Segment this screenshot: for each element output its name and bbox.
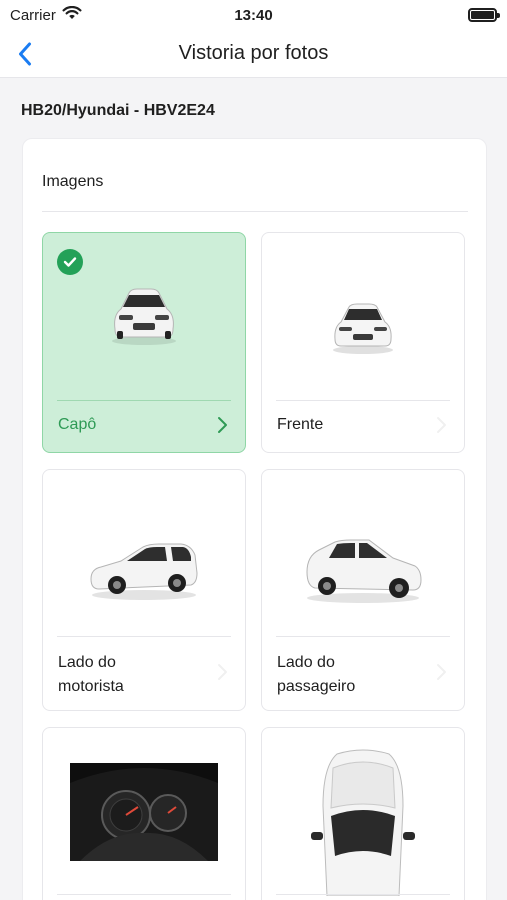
tile-label: Capô — [58, 416, 97, 433]
status-bar: Carrier 13:40 — [0, 0, 507, 30]
tile-divider — [57, 400, 231, 401]
wifi-icon — [62, 5, 82, 24]
images-card: Imagens Capô Frente Lado do motorista La… — [22, 138, 487, 900]
check-icon — [57, 249, 83, 275]
back-button[interactable] — [10, 38, 40, 70]
photo-tile-lado-motorista[interactable]: Lado do motorista — [42, 469, 246, 711]
nav-title: Vistoria por fotos — [178, 42, 329, 64]
vehicle-title: HB20/Hyundai - HBV2E24 — [21, 102, 215, 119]
tile-divider — [276, 894, 450, 895]
chevron-left-icon — [19, 42, 31, 66]
tile-divider — [57, 894, 231, 895]
photo-tile-capo[interactable]: Capô — [42, 232, 246, 453]
tile-divider — [276, 400, 450, 401]
photo-tile-lado-passageiro[interactable]: Lado do passageiro — [261, 469, 465, 711]
car-side-left-image — [43, 470, 245, 670]
nav-bar: Vistoria por fotos — [0, 30, 507, 78]
dashboard-image — [43, 728, 245, 896]
tile-label: Frente — [277, 416, 324, 433]
chevron-right-icon — [218, 417, 227, 433]
car-front-image — [262, 233, 464, 423]
tile-divider — [57, 636, 231, 637]
photo-tile-frente[interactable]: Frente — [261, 232, 465, 453]
photo-tile-painel[interactable] — [42, 727, 246, 900]
status-left: Carrier — [10, 5, 82, 24]
chevron-right-icon — [218, 664, 227, 680]
tile-label: Lado do passageiro — [277, 654, 356, 695]
section-divider — [42, 211, 468, 212]
car-side-right-image — [262, 470, 464, 670]
chevron-right-icon — [437, 664, 446, 680]
tile-divider — [276, 636, 450, 637]
battery-icon — [468, 8, 500, 22]
carrier-label: Carrier — [10, 6, 56, 24]
photo-tile-teto[interactable] — [261, 727, 465, 900]
chevron-right-icon — [437, 417, 446, 433]
tile-label: Lado do motorista — [58, 654, 124, 695]
car-top-image — [262, 728, 464, 898]
section-title: Imagens — [42, 173, 104, 190]
